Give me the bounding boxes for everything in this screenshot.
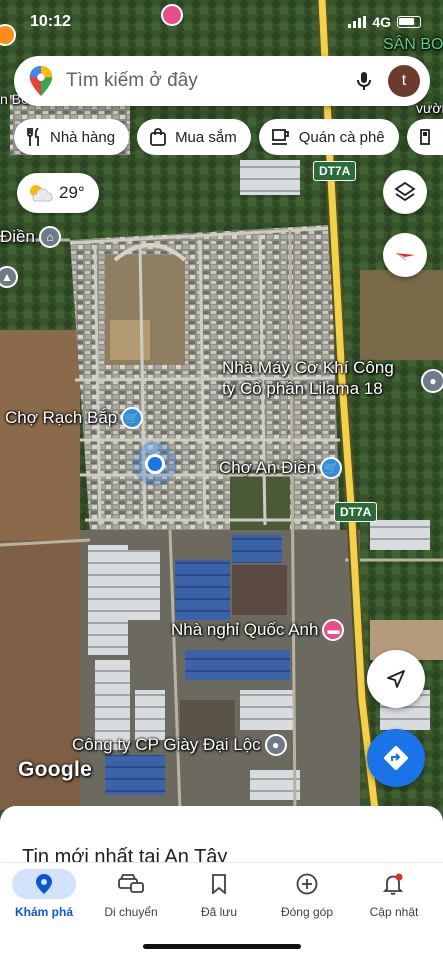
place-name-line2: ty Cổ phần Lilama 18 [222,379,383,398]
navigation-arrow-icon [387,670,405,688]
layers-button[interactable] [383,170,427,214]
map-label-text: Điền [0,227,35,246]
home-indicator[interactable] [143,944,301,949]
battery-icon [397,16,421,28]
nav-label: Di chuyển [104,905,158,919]
nav-icon-wrapper [12,869,76,899]
mic-icon[interactable] [352,69,376,93]
chip-shopping[interactable]: Mua sắm [137,119,251,155]
nav-saved[interactable]: Đã lưu [175,863,263,927]
bookmark-icon [212,874,226,894]
restaurant-icon [27,128,39,146]
nav-updates[interactable]: Cập nhật [350,863,438,927]
status-bar: 10:12 4G [0,0,443,46]
status-indicators: 4G [348,14,421,30]
partly-sunny-icon [30,185,53,202]
maps-logo-icon [29,66,53,96]
nav-icon-wrapper [275,869,339,899]
directions-icon [384,746,408,770]
road-label-dt7a[interactable]: DT7A [334,502,378,522]
directions-button[interactable] [367,729,425,787]
nav-label: Cập nhật [369,905,419,919]
weather-chip[interactable]: 29° [17,173,99,213]
compass-icon [395,253,415,261]
place-name: Công ty CP Giày Đại Lộc [72,735,261,754]
chip-gas[interactable]: T [406,119,443,155]
status-time: 10:12 [30,13,71,30]
add-circle-icon [296,873,318,895]
place-factory[interactable]: Nhà Máy Cơ Khí Công ty Cổ phần Lilama 18 [222,358,394,399]
chip-label: Mua sắm [175,128,237,146]
map-label-partial[interactable]: vườn [416,100,443,116]
my-location-dot[interactable] [145,454,165,474]
chip-label: Quán cà phê [298,128,385,146]
compass-button[interactable] [383,233,427,277]
google-watermark: Google [18,758,93,781]
map-label-partial[interactable]: Điền ⌂ [0,226,61,248]
network-type: 4G [372,14,391,30]
nav-explore[interactable]: Khám phá [0,863,88,927]
chip-restaurants[interactable]: Nhà hàng [14,119,130,155]
explore-pin-icon [36,874,52,894]
place-name-line1: Nhà Máy Cơ Khí Công [222,358,394,377]
nav-icon-wrapper [99,869,163,899]
shopping-cart-icon: 🛒 [121,407,144,429]
education-icon: ▲ [0,266,18,288]
weather-temperature: 29° [59,183,85,202]
road-label-dt7a[interactable]: DT7A [313,161,357,181]
place-name: Chợ Rạch Bắp [5,408,118,427]
account-avatar[interactable]: t [388,65,420,97]
nav-contribute[interactable]: Đóng góp [263,863,351,927]
my-location-button[interactable] [367,650,425,708]
bell-icon [383,873,404,895]
building-pin-icon: ● [264,734,287,756]
place-guesthouse[interactable]: Nhà nghỉ Quốc Anh ▬ [171,619,345,641]
gas-station-icon [419,129,430,145]
search-input[interactable]: Tìm kiếm ở đây [66,70,352,92]
place-market-rach-bap[interactable]: Chợ Rạch Bắp 🛒 [5,407,144,429]
shopping-cart-icon: 🛒 [320,457,343,479]
place-name: Chợ An Điền [219,458,317,477]
place-company[interactable]: Công ty CP Giày Đại Lộc ● [72,734,287,756]
nav-label: Đóng góp [280,905,334,919]
place-market-an-dien[interactable]: Chợ An Điền 🛒 [219,457,343,479]
search-bar[interactable]: Tìm kiếm ở đây t [14,56,430,106]
category-chips: Nhà hàng Mua sắm Quán cà phê T [14,119,443,155]
coffee-icon [271,129,289,145]
nav-label: Khám phá [14,905,73,919]
layers-icon [394,181,416,202]
nav-icon-wrapper [187,869,251,899]
nav-icon-wrapper [362,869,426,899]
bed-icon: ▬ [322,619,345,641]
signal-icon [348,16,367,28]
location-accuracy-marker [144,440,158,454]
school-icon: ⌂ [38,226,61,248]
factory-pin-icon[interactable]: ● [421,369,443,393]
shopping-bag-icon [150,128,166,146]
chip-label: Nhà hàng [50,128,116,146]
commute-car-icon [118,874,144,893]
chip-coffee[interactable]: Quán cà phê [258,119,399,155]
place-name: Nhà nghỉ Quốc Anh [171,620,319,639]
nav-label: Đã lưu [200,905,238,919]
place-pin-left[interactable]: ▲ [0,266,18,288]
nav-commute[interactable]: Di chuyển [87,863,175,927]
